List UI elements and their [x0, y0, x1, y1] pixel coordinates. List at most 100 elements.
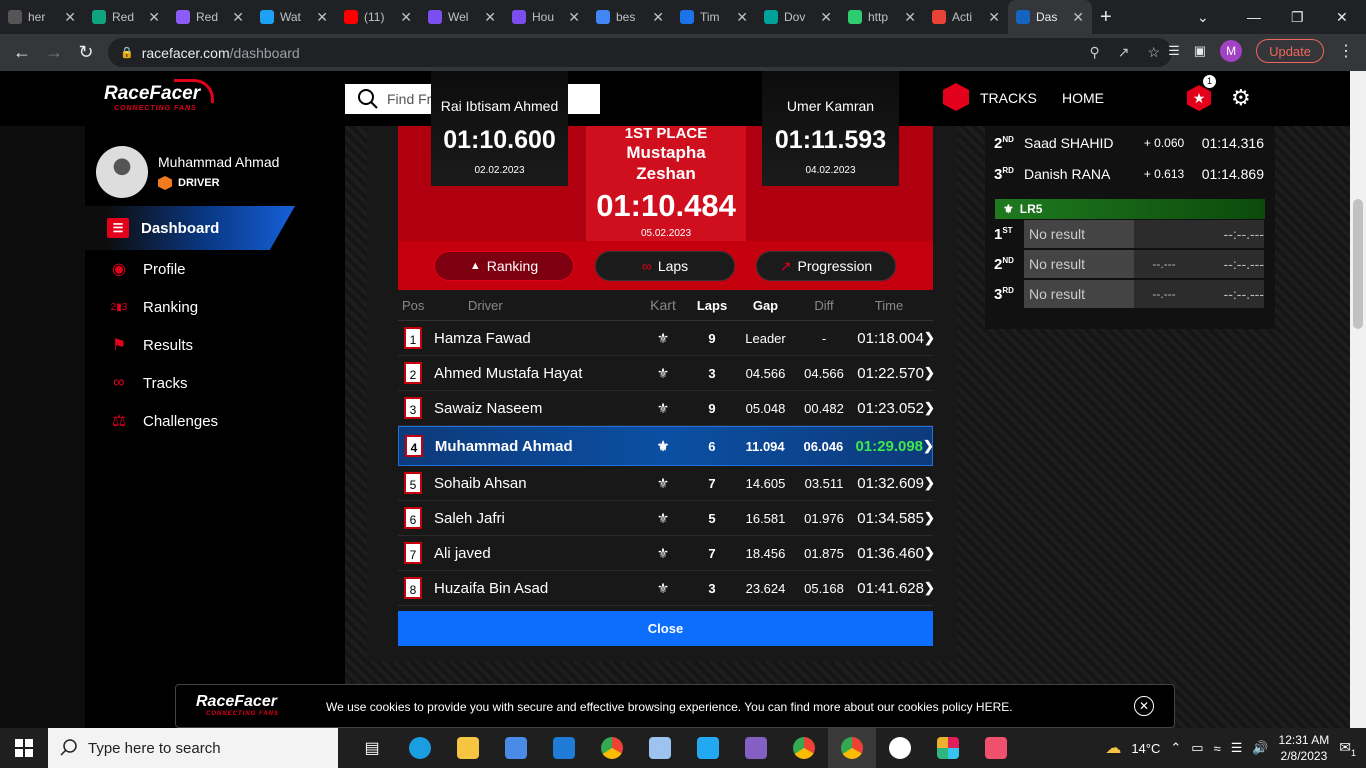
table-row[interactable]: 1 Hamza Fawad ⚜ 9 Leader - 01:18.004 ❯ [398, 321, 935, 356]
table-row[interactable]: 8 Huzaifa Bin Asad ⚜ 3 23.624 05.168 01:… [398, 571, 935, 606]
page-scrollbar[interactable] [1350, 71, 1366, 728]
table-row[interactable]: 2 Ahmed Mustafa Hayat ⚜ 3 04.566 04.566 … [398, 356, 935, 391]
row-driver[interactable]: Muhammad Ahmad [435, 438, 639, 455]
row-driver[interactable]: Sawaiz Naseem [434, 400, 639, 417]
browser-tab[interactable]: Wel ✕ [420, 0, 504, 34]
file-explorer-icon[interactable] [444, 728, 492, 768]
browser-tab[interactable]: Dov ✕ [756, 0, 840, 34]
media-control-icon[interactable]: ☰ [1168, 43, 1180, 59]
forward-icon[interactable]: → [38, 42, 70, 63]
row-driver[interactable]: Saleh Jafri [434, 510, 639, 527]
chevron-right-icon[interactable]: ❯ [923, 438, 934, 454]
weather-icon[interactable]: ☁ [1105, 738, 1121, 758]
chrome-profile-icon[interactable] [780, 728, 828, 768]
table-row[interactable]: 5 Sohaib Ahsan ⚜ 7 14.605 03.511 01:32.6… [398, 466, 935, 501]
browser-tab[interactable]: her ✕ [0, 0, 84, 34]
remote-desktop-icon[interactable] [636, 728, 684, 768]
bookmark-star-icon[interactable]: ☆ [1147, 44, 1160, 61]
wifi-icon[interactable]: ☰ [1231, 740, 1243, 756]
tab-close-icon[interactable]: ✕ [652, 9, 664, 26]
row-driver[interactable]: Ali javed [434, 545, 639, 562]
browser-tab[interactable]: bes ✕ [588, 0, 672, 34]
row-driver[interactable]: Hamza Fawad [434, 330, 639, 347]
start-button[interactable] [0, 728, 48, 768]
nav-tracks[interactable]: TRACKS [980, 90, 1037, 106]
taskbar-search[interactable]: Type here to search [48, 728, 338, 768]
tab-close-icon[interactable]: ✕ [988, 9, 1000, 26]
chevron-right-icon[interactable]: ❯ [924, 400, 935, 416]
window-close-button[interactable]: ✕ [1336, 0, 1348, 34]
close-icon[interactable]: ✕ [1134, 696, 1154, 716]
browser-tab[interactable]: Wat ✕ [252, 0, 336, 34]
row-driver[interactable]: Huzaifa Bin Asad [434, 580, 639, 597]
lr5-row[interactable]: 2ND No result --.--- --:--.--- [994, 250, 1264, 278]
tab-close-icon[interactable]: ✕ [1072, 9, 1084, 26]
weather-temp[interactable]: 14°C [1131, 741, 1160, 756]
browser-tab[interactable]: Das ✕ [1008, 0, 1092, 34]
vscode-icon[interactable] [684, 728, 732, 768]
sidebar-item-tracks[interactable]: ∞ Tracks [85, 364, 345, 402]
tab-close-icon[interactable]: ✕ [568, 9, 580, 26]
tab-close-icon[interactable]: ✕ [400, 9, 412, 26]
restore-button[interactable]: ❐ [1291, 0, 1304, 34]
racefacer-logo[interactable]: RaceFacer CONNECTING FANS [104, 79, 214, 112]
store-icon[interactable] [492, 728, 540, 768]
tab-progression[interactable]: ↗ Progression [756, 251, 896, 281]
browser-tab[interactable]: http ✕ [840, 0, 924, 34]
leaderboard-row[interactable]: 2ND Saad SHAHID + 0.060 01:14.316 [994, 129, 1264, 157]
sidebar-item-challenges[interactable]: ⚖ Challenges [85, 402, 345, 440]
sidebar-item-results[interactable]: ⚑ Results [85, 326, 345, 364]
share-icon[interactable]: ↗ [1118, 44, 1130, 61]
update-button[interactable]: Update [1256, 39, 1324, 63]
chevron-right-icon[interactable]: ❯ [924, 510, 935, 526]
sidebar-item-dashboard[interactable]: ☰ Dashboard [85, 206, 295, 250]
row-driver[interactable]: Ahmed Mustafa Hayat [434, 365, 639, 382]
chevron-up-icon[interactable]: ⌃ [1170, 740, 1181, 756]
chrome-active-icon[interactable] [828, 728, 876, 768]
tab-close-icon[interactable]: ✕ [64, 9, 76, 26]
tab-close-icon[interactable]: ✕ [904, 9, 916, 26]
app-icon[interactable] [972, 728, 1020, 768]
new-tab-button[interactable]: + [1100, 6, 1112, 29]
table-row[interactable]: 6 Saleh Jafri ⚜ 5 16.581 01.976 01:34.58… [398, 501, 935, 536]
back-icon[interactable]: ← [6, 42, 38, 63]
chrome-icon[interactable] [588, 728, 636, 768]
address-bar[interactable]: 🔒 racefacer.com/dashboard ⚲ ↗ ☆ [108, 38, 1172, 67]
tab-close-icon[interactable]: ✕ [148, 9, 160, 26]
reload-icon[interactable]: ↻ [70, 42, 102, 63]
tab-close-icon[interactable]: ✕ [736, 9, 748, 26]
battery-icon[interactable]: ▭ [1191, 740, 1203, 756]
network-icon[interactable]: ≈ [1214, 741, 1221, 756]
edge-icon[interactable] [396, 728, 444, 768]
mail-icon[interactable] [540, 728, 588, 768]
tab-close-icon[interactable]: ✕ [484, 9, 496, 26]
settings-gear-icon[interactable]: ⚙ [1231, 85, 1251, 111]
browser-tab[interactable]: Hou ✕ [504, 0, 588, 34]
profile-avatar[interactable]: M [1220, 40, 1243, 62]
clock[interactable]: 12:31 AM 2/8/2023 [1279, 732, 1330, 764]
notifications-star-icon[interactable]: ★ [1187, 85, 1211, 111]
slack-icon[interactable] [924, 728, 972, 768]
chevron-right-icon[interactable]: ❯ [924, 580, 935, 596]
tab-laps[interactable]: ∞ Laps [595, 251, 735, 281]
sidebar-item-profile[interactable]: ◉ Profile [85, 250, 345, 288]
tab-ranking[interactable]: ▲ Ranking [434, 251, 574, 281]
sidepanel-icon[interactable]: ▣ [1194, 43, 1206, 59]
table-row[interactable]: 3 Sawaiz Naseem ⚜ 9 05.048 00.482 01:23.… [398, 391, 935, 426]
tab-search-icon[interactable]: ⌄ [1197, 0, 1209, 34]
lr5-row[interactable]: 1ST No result --:--.--- [994, 220, 1264, 248]
mongodb-icon[interactable] [876, 728, 924, 768]
table-row[interactable]: 7 Ali javed ⚜ 7 18.456 01.875 01:36.460 … [398, 536, 935, 571]
leaderboard-row[interactable]: 3RD Danish RANA + 0.613 01:14.869 [994, 160, 1264, 188]
menu-kebab-icon[interactable]: ⋮ [1338, 41, 1354, 61]
chevron-right-icon[interactable]: ❯ [924, 545, 935, 561]
user-profile-card[interactable]: Muhammad Ahmad DRIVER [96, 146, 279, 198]
tab-close-icon[interactable]: ✕ [820, 9, 832, 26]
browser-tab[interactable]: Tim ✕ [672, 0, 756, 34]
tab-close-icon[interactable]: ✕ [316, 9, 328, 26]
browser-tab[interactable]: Acti ✕ [924, 0, 1008, 34]
row-driver[interactable]: Sohaib Ahsan [434, 475, 639, 492]
visual-studio-icon[interactable] [732, 728, 780, 768]
browser-tab[interactable]: Red ✕ [168, 0, 252, 34]
key-icon[interactable]: ⚲ [1089, 44, 1099, 61]
